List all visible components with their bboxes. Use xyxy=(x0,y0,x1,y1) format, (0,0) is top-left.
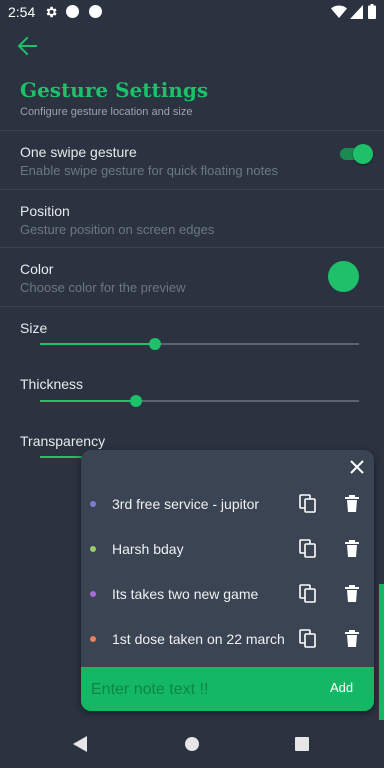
status-time: 2:54 xyxy=(8,4,36,20)
position-title: Position xyxy=(20,203,70,219)
notification-circle-icon xyxy=(89,5,102,18)
transparency-title: Transparency xyxy=(20,433,106,449)
slider-thumb[interactable] xyxy=(129,395,142,407)
slider-fill xyxy=(40,400,136,402)
color-title: Color xyxy=(20,261,54,277)
color-preview-swatch[interactable] xyxy=(328,261,359,292)
delete-icon[interactable] xyxy=(344,539,360,559)
size-slider[interactable] xyxy=(40,337,359,351)
delete-icon[interactable] xyxy=(344,629,360,649)
gesture-edge-handle[interactable] xyxy=(379,584,384,720)
divider xyxy=(0,130,384,131)
slider-fill xyxy=(40,343,155,345)
settings-gear-icon xyxy=(46,6,57,18)
note-color-dot xyxy=(90,636,96,642)
thickness-slider[interactable] xyxy=(40,394,359,408)
delete-icon[interactable] xyxy=(344,494,360,514)
signal-icon xyxy=(350,5,363,19)
note-text: 3rd free service - jupitor xyxy=(112,496,260,512)
note-item[interactable]: Its takes two new game xyxy=(81,579,374,609)
note-item[interactable]: Harsh bday xyxy=(81,534,374,564)
transparency-slider-fill[interactable] xyxy=(40,456,82,458)
note-color-dot xyxy=(90,501,96,507)
copy-icon[interactable] xyxy=(299,584,317,604)
one-swipe-toggle[interactable] xyxy=(338,143,374,165)
thickness-title: Thickness xyxy=(20,376,84,392)
toggle-thumb xyxy=(353,144,373,164)
note-color-dot xyxy=(90,591,96,597)
note-input-bar: Add xyxy=(81,667,374,711)
note-color-dot xyxy=(90,546,96,552)
nav-home-icon[interactable] xyxy=(185,737,199,751)
page-title: Gesture Settings xyxy=(20,78,209,102)
note-text: 1st dose taken on 22 march xyxy=(112,631,285,647)
wifi-icon xyxy=(331,5,347,18)
note-text: Its takes two new game xyxy=(112,586,259,602)
floating-notes-popup: 3rd free service - jupitor Harsh bday It… xyxy=(81,450,374,711)
size-title: Size xyxy=(20,320,48,336)
nav-recents-icon[interactable] xyxy=(295,737,309,751)
note-item[interactable]: 1st dose taken on 22 march xyxy=(81,624,374,654)
note-item[interactable]: 3rd free service - jupitor xyxy=(81,489,374,519)
add-button[interactable]: Add xyxy=(330,680,353,695)
color-subtitle: Choose color for the preview xyxy=(20,280,186,295)
divider xyxy=(0,306,384,307)
slider-thumb[interactable] xyxy=(148,338,161,350)
one-swipe-title: One swipe gesture xyxy=(20,144,137,160)
one-swipe-subtitle: Enable swipe gesture for quick floating … xyxy=(20,163,278,178)
close-icon[interactable] xyxy=(348,458,366,476)
divider xyxy=(0,189,384,190)
position-subtitle: Gesture position on screen edges xyxy=(20,222,215,237)
copy-icon[interactable] xyxy=(299,539,317,559)
copy-icon[interactable] xyxy=(299,494,317,514)
divider xyxy=(0,247,384,248)
nav-back-icon[interactable] xyxy=(73,736,87,752)
page-subtitle: Configure gesture location and size xyxy=(20,106,193,118)
copy-icon[interactable] xyxy=(299,629,317,649)
note-text-input[interactable] xyxy=(91,677,301,703)
delete-icon[interactable] xyxy=(344,584,360,604)
status-bar: 2:54 xyxy=(0,0,384,24)
note-text: Harsh bday xyxy=(112,541,184,557)
back-arrow-icon[interactable] xyxy=(14,34,40,58)
battery-icon xyxy=(368,4,376,19)
notification-circle-icon xyxy=(66,5,79,18)
